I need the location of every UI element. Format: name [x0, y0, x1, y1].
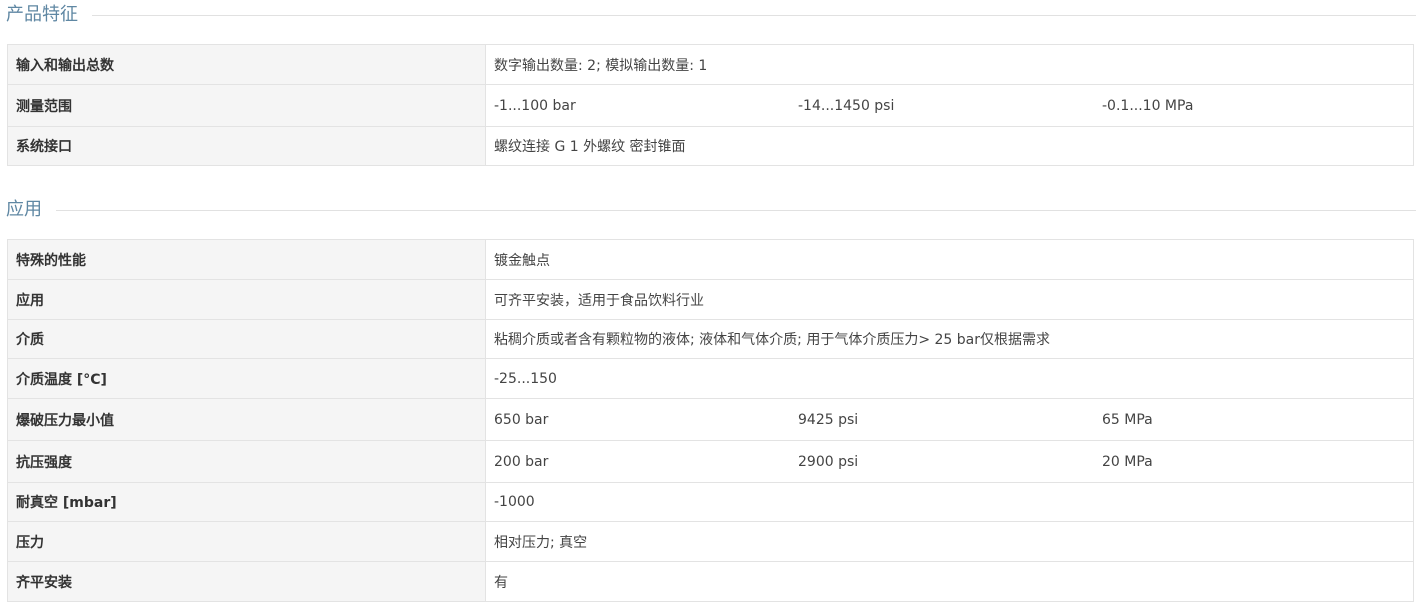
row-label: 齐平安装	[7, 561, 486, 602]
row-label: 爆破压力最小值	[7, 398, 486, 441]
section-title: 产品特征	[6, 4, 78, 25]
row-value: 相对压力; 真空	[485, 521, 1414, 562]
table-row: 特殊的性能 镀金触点	[7, 239, 1414, 280]
row-label: 耐真空 [mbar]	[7, 482, 486, 522]
row-label: 介质	[7, 319, 486, 359]
section-title: 应用	[6, 199, 42, 220]
row-label: 介质温度 [°C]	[7, 358, 486, 399]
row-value: 650 bar 9425 psi 65 MPa	[485, 398, 1414, 441]
row-value: 螺纹连接 G 1 外螺纹 密封锥面	[485, 126, 1414, 166]
table-row: 齐平安装 有	[7, 561, 1414, 602]
application-table: 特殊的性能 镀金触点 应用 可齐平安装，适用于食品饮料行业 介质 粘稠介质或者含…	[7, 239, 1414, 602]
row-value: 数字输出数量: 2; 模拟输出数量: 1	[485, 44, 1414, 85]
table-row: 爆破压力最小值 650 bar 9425 psi 65 MPa	[7, 398, 1414, 441]
row-value: 200 bar 2900 psi 20 MPa	[485, 440, 1414, 483]
row-label: 应用	[7, 279, 486, 320]
table-row: 系统接口 螺纹连接 G 1 外螺纹 密封锥面	[7, 126, 1414, 166]
table-row: 耐真空 [mbar] -1000	[7, 482, 1414, 522]
row-label: 压力	[7, 521, 486, 562]
table-row: 应用 可齐平安装，适用于食品饮料行业	[7, 279, 1414, 320]
value-mpa: 20 MPa	[1102, 453, 1153, 470]
table-row: 输入和输出总数 数字输出数量: 2; 模拟输出数量: 1	[7, 44, 1414, 85]
section-heading-features: 产品特征	[0, 4, 1416, 26]
row-label: 测量范围	[7, 84, 486, 127]
value-bar: 200 bar	[494, 453, 549, 470]
row-value: -1...100 bar -14...1450 psi -0.1...10 MP…	[485, 84, 1414, 127]
table-row: 介质温度 [°C] -25...150	[7, 358, 1414, 399]
row-value: 粘稠介质或者含有颗粒物的液体; 液体和气体介质; 用于气体介质压力> 25 ba…	[485, 319, 1414, 359]
row-value: 镀金触点	[485, 239, 1414, 280]
value-mpa: -0.1...10 MPa	[1102, 97, 1194, 114]
row-value: -1000	[485, 482, 1414, 522]
value-psi: 9425 psi	[798, 411, 859, 428]
row-value: 可齐平安装，适用于食品饮料行业	[485, 279, 1414, 320]
value-bar: -1...100 bar	[494, 97, 576, 114]
section-heading-application: 应用	[0, 199, 1416, 221]
value-psi: -14...1450 psi	[798, 97, 895, 114]
row-value: -25...150	[485, 358, 1414, 399]
table-row: 压力 相对压力; 真空	[7, 521, 1414, 562]
value-mpa: 65 MPa	[1102, 411, 1153, 428]
section-divider	[92, 14, 1416, 16]
table-row: 测量范围 -1...100 bar -14...1450 psi -0.1...…	[7, 84, 1414, 127]
table-row: 抗压强度 200 bar 2900 psi 20 MPa	[7, 440, 1414, 483]
row-label: 抗压强度	[7, 440, 486, 483]
table-row: 介质 粘稠介质或者含有颗粒物的液体; 液体和气体介质; 用于气体介质压力> 25…	[7, 319, 1414, 359]
value-bar: 650 bar	[494, 411, 549, 428]
row-label: 系统接口	[7, 126, 486, 166]
row-label: 输入和输出总数	[7, 44, 486, 85]
row-label: 特殊的性能	[7, 239, 486, 280]
value-psi: 2900 psi	[798, 453, 859, 470]
section-divider	[56, 209, 1416, 211]
row-value: 有	[485, 561, 1414, 602]
features-table: 输入和输出总数 数字输出数量: 2; 模拟输出数量: 1 测量范围 -1...1…	[7, 44, 1414, 166]
